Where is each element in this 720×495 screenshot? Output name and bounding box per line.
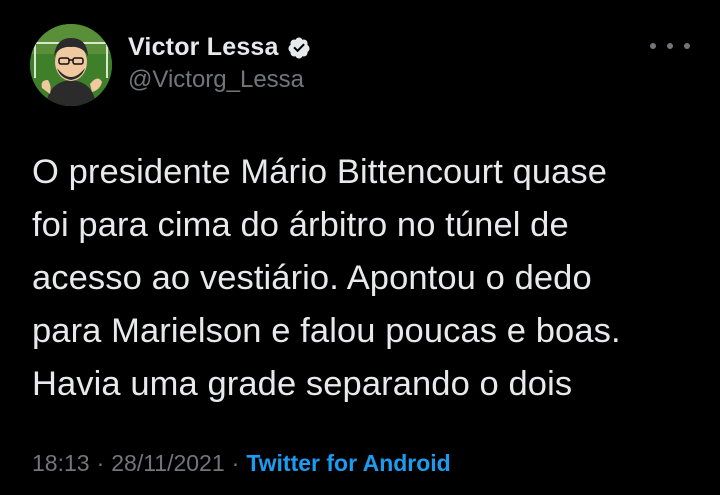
verified-badge-icon [288,37,310,58]
avatar-illustration [30,24,112,106]
dot [667,43,673,49]
dot [684,43,690,49]
author-name-row: Victor Lessa [128,33,311,62]
tweet-time[interactable]: 18:13 [32,450,90,477]
author-display-name[interactable]: Victor Lessa [128,33,279,62]
author-handle[interactable]: @Victorg_Lessa [128,66,304,94]
meta-separator: · [231,450,240,476]
more-options-icon[interactable] [650,36,690,56]
tweet-date[interactable]: 28/11/2021 [111,450,224,477]
tweet-text: O presidente Mário Bittencourt quase foi… [32,153,621,403]
tweet-card: Victor Lessa @Victorg_Lessa O presidente… [0,0,720,495]
tweet-source-link[interactable]: Twitter for Android [246,450,450,477]
tweet-meta: 18:13 · 28/11/2021 · Twitter for Android [32,450,451,477]
dot [650,43,656,49]
avatar[interactable] [30,24,112,106]
meta-separator: · [96,450,105,476]
